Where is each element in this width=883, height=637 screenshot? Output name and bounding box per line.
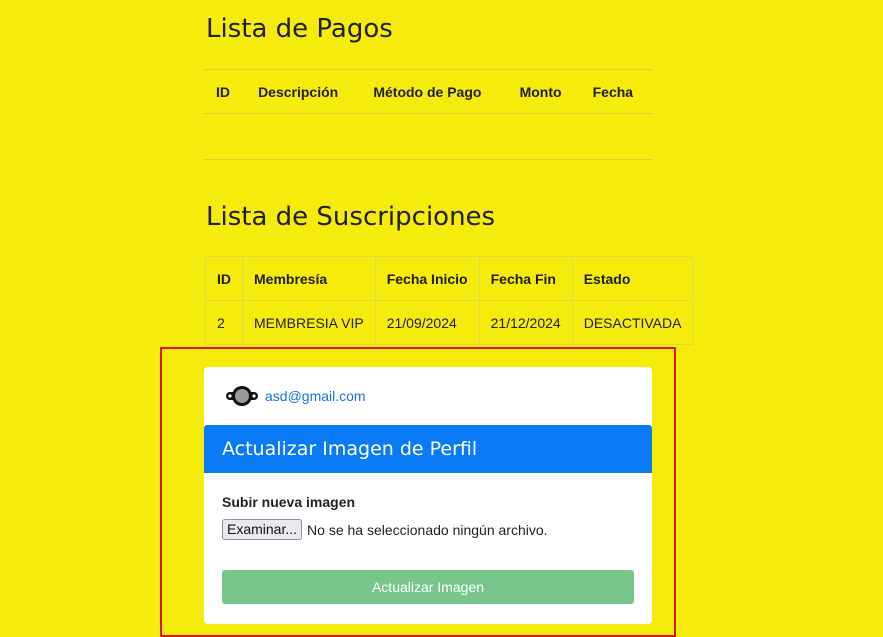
- subscriptions-table: ID Membresía Fecha Inicio Fecha Fin Esta…: [205, 256, 694, 345]
- payments-col-id: ID: [204, 69, 247, 114]
- user-avatar-icon: [226, 385, 258, 407]
- user-email[interactable]: asd@gmail.com: [265, 388, 366, 404]
- update-image-header: Actualizar Imagen de Perfil: [204, 425, 652, 473]
- profile-card: asd@gmail.com Actualizar Imagen de Perfi…: [204, 367, 652, 624]
- file-input[interactable]: Examinar... No se ha seleccionado ningún…: [222, 519, 548, 540]
- table-row: 2 MEMBRESIA VIP 21/09/2024 21/12/2024 DE…: [205, 300, 694, 345]
- update-image-button[interactable]: Actualizar Imagen: [222, 570, 634, 604]
- payments-table: ID Descripción Método de Pago Monto Fech…: [204, 69, 652, 160]
- payments-col-method: Método de Pago: [361, 69, 508, 114]
- payments-col-date: Fecha: [580, 69, 652, 114]
- profile-row: asd@gmail.com: [226, 385, 366, 407]
- payments-title: Lista de Pagos: [206, 14, 393, 44]
- payments-col-amount: Monto: [507, 69, 581, 114]
- subscriptions-col-id: ID: [205, 256, 243, 301]
- subscriptions-header-row: ID Membresía Fecha Inicio Fecha Fin Esta…: [205, 256, 694, 301]
- payments-col-description: Descripción: [246, 69, 362, 114]
- subscriptions-col-status: Estado: [571, 256, 694, 301]
- subscription-membership-cell: MEMBRESIA VIP: [242, 300, 376, 345]
- subscriptions-col-start-date: Fecha Inicio: [374, 256, 480, 301]
- payments-empty-row: [204, 113, 652, 160]
- subscriptions-title: Lista de Suscripciones: [206, 202, 496, 232]
- subscriptions-col-membership: Membresía: [242, 256, 376, 301]
- payments-header-row: ID Descripción Método de Pago Monto Fech…: [204, 69, 652, 114]
- upload-label: Subir nueva imagen: [222, 494, 356, 510]
- subscription-status-cell: DESACTIVADA: [571, 300, 694, 345]
- browse-button[interactable]: Examinar...: [222, 519, 303, 540]
- subscriptions-col-end-date: Fecha Fin: [478, 256, 573, 301]
- subscription-end-cell: 21/12/2024: [478, 300, 573, 345]
- file-status-text: No se ha seleccionado ningún archivo.: [307, 521, 548, 538]
- subscription-start-cell: 21/09/2024: [374, 300, 480, 345]
- subscription-id-cell: 2: [205, 300, 243, 345]
